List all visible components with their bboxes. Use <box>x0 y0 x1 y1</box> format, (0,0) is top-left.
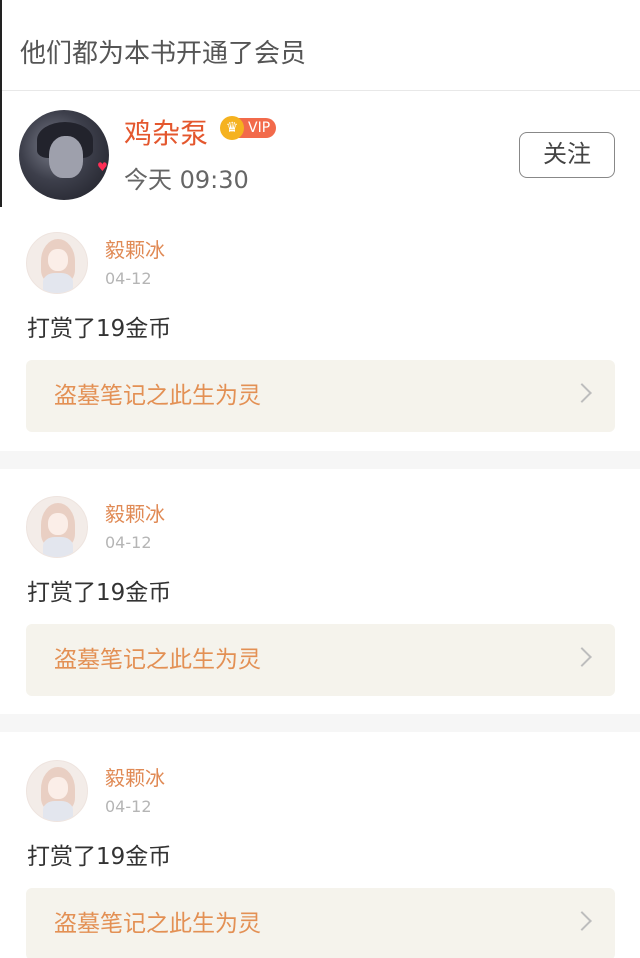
book-title: 盗墓笔记之此生为灵 <box>54 647 261 673</box>
member-row: ♥ 鸡杂泵 ♛ VIP 今天 09:30 关注 <box>0 92 640 216</box>
follow-button[interactable]: 关注 <box>519 132 615 178</box>
chevron-right-icon <box>572 383 592 403</box>
page: 他们都为本书开通了会员 ♥ 鸡杂泵 ♛ VIP 今天 09:30 关注 毅颗冰 … <box>0 0 640 958</box>
crown-icon: ♛ <box>220 116 244 140</box>
vip-badge: ♛ VIP <box>220 116 277 140</box>
reward-text: 打赏了19金币 <box>27 316 172 342</box>
reward-text: 打赏了19金币 <box>27 580 172 606</box>
reward-card: 毅颗冰 04-12 打赏了19金币 盗墓笔记之此生为灵 <box>0 216 640 466</box>
book-title: 盗墓笔记之此生为灵 <box>54 383 261 409</box>
chevron-right-icon <box>572 647 592 667</box>
member-avatar[interactable]: ♥ <box>19 110 109 200</box>
post-date: 04-12 <box>105 797 152 816</box>
user-avatar[interactable] <box>26 760 88 822</box>
header: 他们都为本书开通了会员 <box>0 0 640 91</box>
user-name[interactable]: 毅颗冰 <box>105 500 165 528</box>
avatar-face-shape <box>48 249 68 271</box>
avatar-body-shape <box>43 801 73 821</box>
book-title: 盗墓笔记之此生为灵 <box>54 911 261 937</box>
section-divider <box>0 714 640 732</box>
reward-card: 毅颗冰 04-12 打赏了19金币 盗墓笔记之此生为灵 <box>0 480 640 730</box>
post-date: 04-12 <box>105 269 152 288</box>
member-timestamp: 今天 09:30 <box>124 166 249 194</box>
heart-icon: ♥ <box>97 160 108 174</box>
book-link[interactable]: 盗墓笔记之此生为灵 <box>26 624 615 696</box>
reward-text: 打赏了19金币 <box>27 844 172 870</box>
book-link[interactable]: 盗墓笔记之此生为灵 <box>26 360 615 432</box>
avatar-face-shape <box>49 136 83 178</box>
chevron-right-icon <box>572 911 592 931</box>
reward-card: 毅颗冰 04-12 打赏了19金币 盗墓笔记之此生为灵 <box>0 744 640 958</box>
avatar-body-shape <box>43 273 73 293</box>
book-link[interactable]: 盗墓笔记之此生为灵 <box>26 888 615 958</box>
user-name[interactable]: 毅颗冰 <box>105 764 165 792</box>
post-date: 04-12 <box>105 533 152 552</box>
avatar-face-shape <box>48 777 68 799</box>
avatar-face-shape <box>48 513 68 535</box>
user-avatar[interactable] <box>26 496 88 558</box>
user-name[interactable]: 毅颗冰 <box>105 236 165 264</box>
section-divider <box>0 451 640 469</box>
avatar-body-shape <box>43 537 73 557</box>
page-title: 他们都为本书开通了会员 <box>20 39 307 69</box>
member-name[interactable]: 鸡杂泵 <box>124 114 208 154</box>
user-avatar[interactable] <box>26 232 88 294</box>
